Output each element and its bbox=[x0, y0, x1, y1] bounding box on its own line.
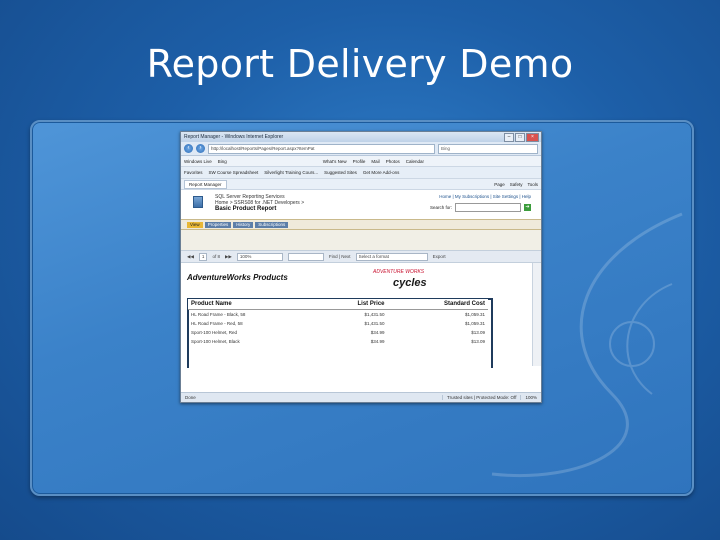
zoom-level[interactable]: 100% bbox=[520, 395, 541, 400]
export-link[interactable]: Export bbox=[433, 254, 446, 259]
link-item[interactable]: Mail bbox=[371, 159, 379, 164]
table-row: HL Road Frame - Black, 58 $1,431.50 $1,0… bbox=[188, 310, 488, 320]
adventureworks-logo: ADVENTURE WORKS cycles bbox=[373, 265, 469, 293]
link-item[interactable]: Windows Live bbox=[184, 159, 212, 164]
status-text: Done bbox=[185, 395, 196, 400]
ssrs-top-links[interactable]: Home | My Subscriptions | Site Settings … bbox=[439, 194, 531, 199]
standard-cost: $1,059.31 bbox=[464, 312, 485, 317]
favorite-item[interactable]: Get More Add-ons bbox=[363, 170, 400, 175]
ssrs-search: Search for: ➜ bbox=[430, 203, 531, 212]
link-item[interactable]: Calendar bbox=[406, 159, 424, 164]
column-header: List Price bbox=[316, 299, 388, 310]
first-page-icon[interactable]: ◀◀ bbox=[187, 254, 194, 260]
column-header: Standard Cost bbox=[387, 299, 488, 310]
tab-report-manager[interactable]: Report Manager bbox=[184, 179, 227, 189]
find-input[interactable] bbox=[287, 252, 324, 261]
tab-properties[interactable]: Properties bbox=[204, 221, 232, 228]
report-body: AdventureWorks Products ADVENTURE WORKS … bbox=[181, 263, 541, 368]
report-title: AdventureWorks Products bbox=[187, 273, 288, 282]
slide-title: Report Delivery Demo bbox=[146, 42, 574, 86]
search-input[interactable]: Bing bbox=[438, 143, 538, 154]
link-item[interactable]: Profile bbox=[353, 159, 366, 164]
zoom-select[interactable]: 100% bbox=[236, 252, 283, 261]
tab-subscriptions[interactable]: Subscriptions bbox=[255, 221, 289, 228]
product-name: HL Road Frame - Red, 58 bbox=[191, 321, 243, 326]
search-label: Search for: bbox=[429, 205, 452, 210]
command-page[interactable]: Page bbox=[494, 182, 505, 187]
logo-main-text: cycles bbox=[393, 277, 427, 289]
standard-cost: $13.09 bbox=[471, 330, 485, 335]
ssrs-header: SQL Server Reporting Services Home > SSR… bbox=[181, 190, 541, 219]
favorite-item[interactable]: Suggested Sites bbox=[324, 170, 357, 175]
ssrs-search-input[interactable] bbox=[455, 203, 521, 212]
command-safety[interactable]: Safety bbox=[510, 182, 523, 187]
standard-cost: $1,059.31 bbox=[464, 321, 485, 326]
favorites-button[interactable]: Favorites bbox=[184, 170, 203, 175]
product-name: Sport-100 Helmet, Red bbox=[191, 330, 238, 335]
export-format-select[interactable]: Select a format bbox=[355, 252, 428, 261]
forward-icon[interactable]: › bbox=[196, 144, 205, 153]
logo-top-text: ADVENTURE WORKS bbox=[373, 269, 425, 275]
minimize-button[interactable]: – bbox=[504, 133, 514, 142]
tab-history[interactable]: History bbox=[233, 221, 254, 228]
table-row: Sport-100 Helmet, Red $34.99 $13.09 bbox=[188, 328, 488, 337]
security-zone: Trusted sites | Protected Mode: Off bbox=[442, 395, 520, 400]
favorite-item[interactable]: Silverlight Training Cours... bbox=[264, 170, 318, 175]
product-name: HL Road Frame - Black, 58 bbox=[191, 312, 246, 317]
link-item[interactable]: Bing bbox=[218, 159, 227, 164]
page-count: of 8 bbox=[212, 254, 220, 259]
close-button[interactable]: × bbox=[526, 133, 539, 142]
report-parameter-area bbox=[181, 230, 541, 250]
back-icon[interactable]: ‹ bbox=[184, 144, 193, 153]
url-field[interactable]: http://localhost/Reports/Pages/Report.as… bbox=[208, 143, 435, 154]
report-toolbar: ◀◀ 1 of 8 ▶▶ 100% Find | Next Select a f… bbox=[181, 250, 541, 263]
link-item[interactable]: Photos bbox=[386, 159, 400, 164]
products-table: Product Name List Price Standard Cost HL… bbox=[188, 299, 488, 346]
column-header: Product Name bbox=[188, 299, 317, 310]
page-number-input[interactable]: 1 bbox=[198, 252, 208, 261]
next-page-icon[interactable]: ▶▶ bbox=[225, 254, 232, 260]
report-name: Basic Product Report bbox=[215, 206, 277, 212]
ssrs-title-block: SQL Server Reporting Services Home > SSR… bbox=[215, 194, 304, 212]
favorites-bar: Favorites SW Course Spreadsheet Silverli… bbox=[181, 167, 541, 179]
standard-cost: $13.09 bbox=[471, 339, 485, 344]
go-arrow-icon[interactable]: ➜ bbox=[524, 204, 531, 211]
find-next-link[interactable]: Find | Next bbox=[329, 254, 351, 259]
browser-window: Report Manager - Windows Internet Explor… bbox=[180, 131, 542, 403]
command-tools[interactable]: Tools bbox=[527, 182, 538, 187]
tab-view[interactable]: View bbox=[187, 221, 203, 228]
list-price: $34.99 bbox=[370, 330, 385, 335]
address-bar: ‹ › http://localhost/Reports/Pages/Repor… bbox=[181, 142, 541, 156]
report-icon bbox=[193, 196, 203, 208]
table-row: HL Road Frame - Red, 58 $1,431.50 $1,059… bbox=[188, 319, 488, 328]
browser-titlebar: Report Manager - Windows Internet Explor… bbox=[181, 132, 541, 142]
vertical-scrollbar[interactable] bbox=[532, 263, 541, 366]
list-price: $1,431.50 bbox=[364, 321, 385, 326]
maximize-button[interactable]: □ bbox=[515, 133, 525, 142]
ssrs-tabs: View Properties History Subscriptions bbox=[181, 219, 541, 230]
table-row: Sport-100 Helmet, Black $34.99 $13.09 bbox=[188, 337, 488, 346]
tab-bar: Report Manager Page Safety Tools bbox=[181, 179, 541, 190]
product-name: Sport-100 Helmet, Black bbox=[191, 339, 240, 344]
table-header-row: Product Name List Price Standard Cost bbox=[188, 299, 488, 310]
links-bar: Windows Live Bing What's New Profile Mai… bbox=[181, 156, 541, 167]
list-price: $34.99 bbox=[370, 339, 385, 344]
window-title: Report Manager - Windows Internet Explor… bbox=[184, 134, 284, 140]
link-item[interactable]: What's New bbox=[323, 159, 347, 164]
list-price: $1,431.50 bbox=[364, 312, 385, 317]
status-bar: Done Trusted sites | Protected Mode: Off… bbox=[181, 392, 541, 402]
favorite-item[interactable]: SW Course Spreadsheet bbox=[209, 170, 259, 175]
